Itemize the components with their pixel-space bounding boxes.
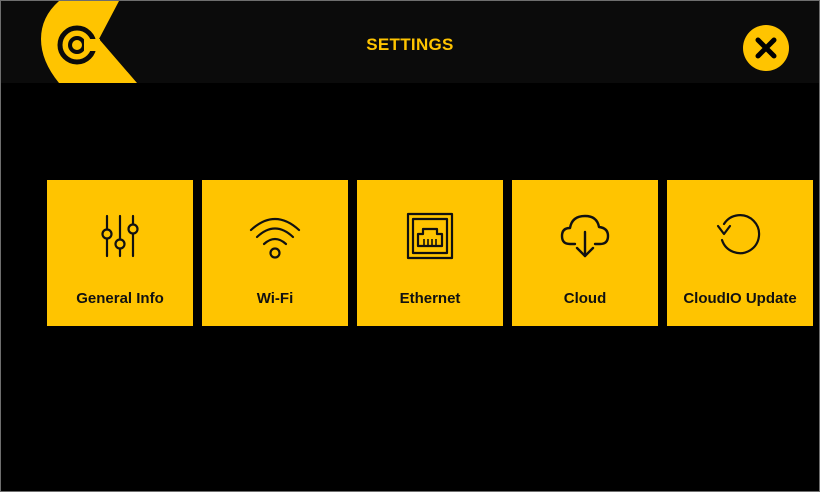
settings-tiles: General Info Wi-Fi Ethernet Cloud CloudI… bbox=[47, 180, 813, 326]
page-title: SETTINGS bbox=[366, 35, 454, 54]
close-button[interactable] bbox=[743, 25, 789, 71]
tile-general-info[interactable]: General Info bbox=[47, 180, 193, 326]
refresh-icon bbox=[716, 214, 761, 255]
tile-label: Wi-Fi bbox=[256, 290, 294, 307]
settings-screen: SETTINGS General Info Wi-Fi Ethernet Clo… bbox=[0, 0, 820, 492]
tile-label: CloudIO Update bbox=[683, 290, 797, 307]
tile-cloud[interactable]: Cloud bbox=[512, 180, 658, 326]
tile-label: Ethernet bbox=[399, 290, 461, 307]
close-x-icon bbox=[755, 37, 777, 59]
header-bar: SETTINGS bbox=[1, 1, 819, 83]
tile-ethernet[interactable]: Ethernet bbox=[357, 180, 503, 326]
tile-wifi[interactable]: Wi-Fi bbox=[202, 180, 348, 326]
cloud-download-icon bbox=[560, 214, 610, 258]
wifi-icon bbox=[249, 217, 301, 259]
tile-label: Cloud bbox=[563, 290, 607, 307]
tile-cloudio-update[interactable]: CloudIO Update bbox=[667, 180, 813, 326]
tile-label: General Info bbox=[76, 290, 164, 307]
sliders-icon bbox=[101, 214, 139, 258]
ethernet-port-icon bbox=[406, 212, 454, 260]
